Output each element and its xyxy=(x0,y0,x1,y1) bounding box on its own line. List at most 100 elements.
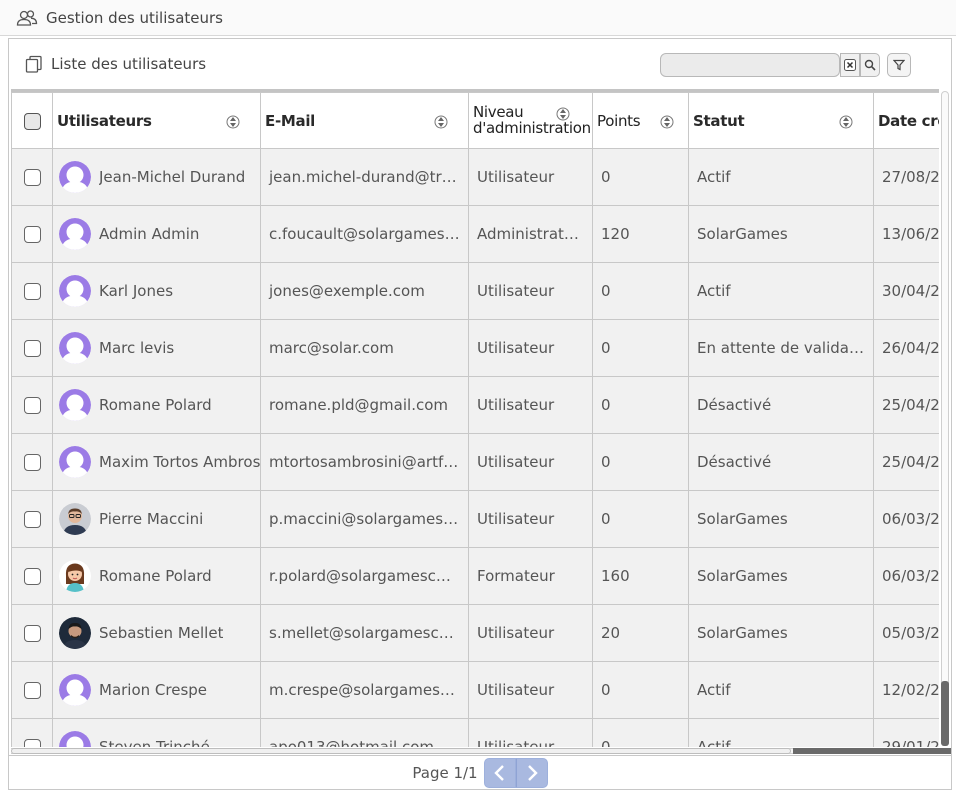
status-cell: Désactivé xyxy=(688,376,874,434)
email-cell: romane.pld@gmail.com xyxy=(260,376,469,434)
column-header-admin-level[interactable]: Niveau d'administration xyxy=(468,92,593,149)
row-checkbox[interactable] xyxy=(23,169,41,186)
creation-date-cell: 30/04/20 xyxy=(873,262,939,320)
table-row[interactable]: Jean-Michel Durand jean.michel-durand@tra… xyxy=(11,148,939,206)
column-header-users[interactable]: Utilisateurs xyxy=(52,92,261,149)
user-cell[interactable]: Karl Jones xyxy=(52,262,261,320)
select-all-checkbox[interactable] xyxy=(23,112,41,130)
avatar-default xyxy=(59,332,91,364)
user-cell[interactable]: Admin Admin xyxy=(52,205,261,263)
list-title: Liste des utilisateurs xyxy=(51,55,207,73)
horizontal-scroll-thumb[interactable] xyxy=(11,748,791,754)
row-checkbox[interactable] xyxy=(23,283,41,300)
horizontal-scrollbar[interactable] xyxy=(11,747,951,755)
row-checkbox[interactable] xyxy=(23,454,41,471)
users-panel: Liste des utilisateurs Utilisateurs E-Ma… xyxy=(8,38,952,790)
admin-level-cell: Utilisateur xyxy=(468,262,593,320)
vertical-scrollbar[interactable] xyxy=(939,91,951,748)
avatar-default xyxy=(59,674,91,706)
user-cell[interactable]: Jean-Michel Durand xyxy=(52,148,261,206)
sort-icon[interactable] xyxy=(660,113,674,131)
table-row[interactable]: Marc levis marc@solar.com Utilisateur 0 En a… xyxy=(11,319,939,377)
email-cell: marc@solar.com xyxy=(260,319,469,377)
filter-icon xyxy=(893,59,905,71)
user-name: Steven Trinché xyxy=(99,738,210,747)
sort-icon[interactable] xyxy=(839,113,853,131)
admin-level-cell: Utilisateur xyxy=(468,718,593,747)
previous-page-button[interactable] xyxy=(483,757,516,788)
user-cell[interactable]: Romane Polard xyxy=(52,376,261,434)
table-row[interactable]: Steven Trinché apo013@hotmail.com Utilisat… xyxy=(11,718,939,747)
user-cell[interactable]: Sebastien Mellet xyxy=(52,604,261,662)
admin-level-cell: Utilisateur xyxy=(468,490,593,548)
users-icon xyxy=(16,9,38,26)
table-row[interactable]: Maxim Tortos Ambrosinimtortosambrosini@a… xyxy=(11,433,939,491)
table-row[interactable]: Pierre Maccini p.maccini@solargamesco... U… xyxy=(11,490,939,548)
column-header-status[interactable]: Statut xyxy=(688,92,874,149)
user-name: Maxim Tortos Ambrosini xyxy=(99,453,260,471)
sort-icon[interactable] xyxy=(556,105,570,123)
search-button[interactable] xyxy=(860,53,880,77)
user-name: Romane Polard xyxy=(99,396,212,414)
table-row[interactable]: Romane Polard romane.pld@gmail.com Utilisa… xyxy=(11,376,939,434)
admin-level-cell: Formateur xyxy=(468,547,593,605)
avatar xyxy=(59,503,91,535)
user-cell[interactable]: Steven Trinché xyxy=(52,718,261,747)
admin-level-cell: Utilisateur xyxy=(468,661,593,719)
clear-search-button[interactable] xyxy=(840,53,860,77)
search-input[interactable] xyxy=(661,54,839,76)
table-row[interactable]: Marion Crespe m.crespe@solargamesco... Uti… xyxy=(11,661,939,719)
row-checkbox[interactable] xyxy=(23,739,41,747)
row-checkbox[interactable] xyxy=(23,511,41,528)
column-header-email[interactable]: E-Mail xyxy=(260,92,469,149)
user-cell[interactable]: Marc levis xyxy=(52,319,261,377)
status-cell: Actif xyxy=(688,262,874,320)
row-checkbox[interactable] xyxy=(23,625,41,642)
row-select-cell xyxy=(11,661,53,719)
row-checkbox[interactable] xyxy=(23,340,41,357)
status-cell: Actif xyxy=(688,148,874,206)
email-cell: p.maccini@solargamesco... xyxy=(260,490,469,548)
table-row[interactable]: Karl Jones jones@exemple.com Utilisateur 0 A… xyxy=(11,262,939,320)
copy-icon xyxy=(25,55,42,73)
status-cell: Désactivé xyxy=(688,433,874,491)
row-checkbox[interactable] xyxy=(23,568,41,585)
admin-level-cell: Utilisateur xyxy=(468,319,593,377)
user-name: Pierre Maccini xyxy=(99,510,204,528)
email-cell: c.foucault@solargamesc... xyxy=(260,205,469,263)
sort-icon[interactable] xyxy=(434,113,448,131)
pagination-bar: Page 1/1 xyxy=(9,755,951,789)
filter-button[interactable] xyxy=(887,53,911,77)
row-select-cell xyxy=(11,205,53,263)
chevron-left-icon xyxy=(493,764,504,781)
row-checkbox[interactable] xyxy=(23,682,41,699)
title-bar: Gestion des utilisateurs xyxy=(0,0,956,36)
status-cell: SolarGames xyxy=(688,490,874,548)
search-box xyxy=(660,53,840,77)
sort-icon[interactable] xyxy=(226,113,240,131)
user-cell[interactable]: Romane Polard xyxy=(52,547,261,605)
window-title: Gestion des utilisateurs xyxy=(46,8,223,27)
table-row[interactable]: Romane Polard r.polard@solargamescor... Fo… xyxy=(11,547,939,605)
table-row[interactable]: Sebastien Mellet s.mellet@solargamescor..… xyxy=(11,604,939,662)
column-header-creation-date[interactable]: Date créa xyxy=(873,92,939,149)
creation-date-cell: 06/03/20 xyxy=(873,547,939,605)
vertical-scroll-thumb[interactable] xyxy=(941,681,949,746)
row-select-cell xyxy=(11,433,53,491)
column-header-points[interactable]: Points xyxy=(592,92,689,149)
users-table: Utilisateurs E-Mail Niveau d'administrat… xyxy=(11,92,939,747)
user-cell[interactable]: Pierre Maccini xyxy=(52,490,261,548)
admin-level-cell: Utilisateur xyxy=(468,604,593,662)
row-select-cell xyxy=(11,262,53,320)
users-table-viewport: Utilisateurs E-Mail Niveau d'administrat… xyxy=(11,89,939,747)
next-page-button[interactable] xyxy=(515,757,548,788)
user-cell[interactable]: Maxim Tortos Ambrosini xyxy=(52,433,261,491)
table-row[interactable]: Admin Admin c.foucault@solargamesc... Admi… xyxy=(11,205,939,263)
row-checkbox[interactable] xyxy=(23,226,41,243)
row-checkbox[interactable] xyxy=(23,397,41,414)
email-cell: apo013@hotmail.com xyxy=(260,718,469,747)
status-cell: En attente de validation xyxy=(688,319,874,377)
creation-date-cell: 13/06/20 xyxy=(873,205,939,263)
user-name: Sebastien Mellet xyxy=(99,624,224,642)
user-cell[interactable]: Marion Crespe xyxy=(52,661,261,719)
